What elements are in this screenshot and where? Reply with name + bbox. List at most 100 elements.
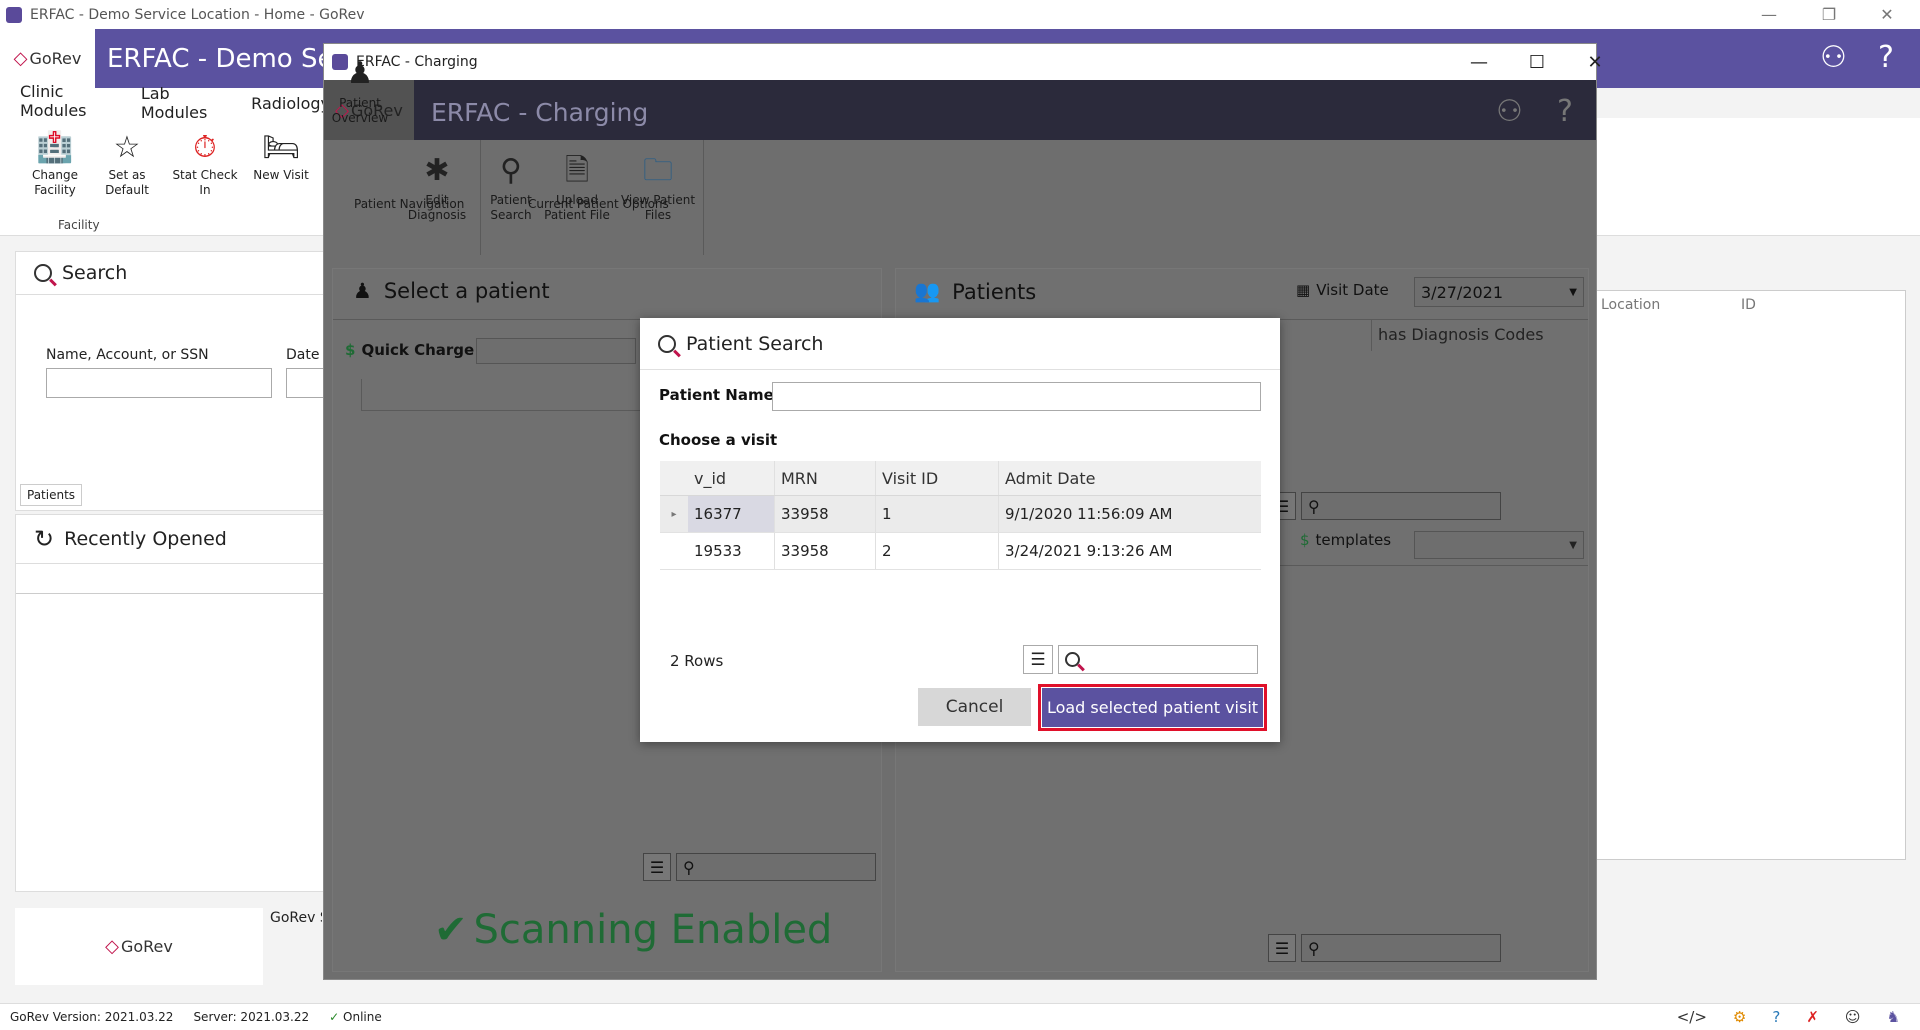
diagnosis-column-header: has Diagnosis Codes [1371,319,1581,351]
search-icon [1065,652,1080,667]
grid-search-input[interactable]: ⚲ [1301,934,1501,962]
ribbon-separator [480,140,481,255]
visit-grid-header: v_id MRN Visit ID Admit Date [660,461,1261,496]
version-text: GoRev Version: 2021.03.22 [10,1010,174,1024]
rows-count: 2 Rows [670,652,724,670]
patient-overview-button[interactable]: ♟ Patient Overview [330,52,390,126]
body-icon: ✱ [424,153,450,188]
name-account-label: Name, Account, or SSN [46,347,209,363]
main-logo: ◇ GoRev [0,29,95,88]
patient-search-button[interactable]: ⚲ Patient Search [486,149,536,223]
close-icon[interactable]: ✕ [1566,44,1624,80]
check-icon: ✔ [434,907,468,953]
code-icon[interactable]: </> [1677,1008,1707,1026]
server-text: Server: 2021.03.22 [193,1010,310,1024]
mrn-column-header[interactable]: MRN [775,461,876,495]
help-icon[interactable]: ? [1557,94,1573,129]
facility-group-label: Facility [58,218,100,232]
visit-date-picker[interactable]: 3/27/2021 ▼ [1414,277,1584,307]
templates-select[interactable]: ▼ [1414,531,1584,559]
tab-radiology[interactable]: Radiology [251,94,330,113]
folder-icon: 🗀 [643,153,673,188]
vid-column-header[interactable]: v_id [688,461,775,495]
gorev-support-text: GoRev Support [270,910,322,926]
help-icon[interactable]: ? [1772,1008,1780,1026]
dollar-icon: $ [1300,531,1310,549]
help-icon[interactable]: ? [1878,40,1894,75]
visit-id-column-header[interactable]: Visit ID [876,461,999,495]
recently-opened-header: ↻ Recently Opened [16,515,334,564]
change-facility-button[interactable]: 🏥 Change Facility [10,128,100,198]
mrn-cell: 33958 [775,533,876,569]
visit-date-value: 3/27/2021 [1421,282,1504,302]
patient-overview-label: Patient Overview [331,96,389,125]
patients-subtab[interactable]: Patients [20,484,83,506]
vid-cell: 16377 [688,496,775,532]
new-visit-button[interactable]: 🛏 New Visit [250,128,312,183]
app-icon [6,6,22,23]
admit-date-column-header[interactable]: Admit Date [999,461,1261,495]
quick-charge-text: Quick Charge [361,341,475,359]
main-right-grid: Location ID [1596,290,1906,860]
edit-diagnosis-button[interactable]: ✱ Edit Diagnosis [396,149,478,223]
table-row[interactable]: ▸ 16377 33958 1 9/1/2020 11:56:09 AM [660,496,1261,533]
grid-search-input[interactable]: ⚲ [676,853,876,881]
bottom-logo-text: GoRev [120,937,173,956]
templates-label: $ templates [1300,531,1391,549]
recent-grid-header [16,564,334,594]
name-account-input[interactable] [46,368,272,398]
view-patient-files-button[interactable]: 🗀 View Patient Files [618,149,698,223]
table-row[interactable]: 19533 33958 2 3/24/2021 9:13:26 AM [660,533,1261,570]
tab-lab-modules[interactable]: Lab Modules [141,84,213,122]
id-column-header: ID [1741,297,1756,313]
admit-date-cell: 9/1/2020 11:56:09 AM [1005,505,1173,523]
mrn-cell: 33958 [775,496,876,532]
visit-date-text: Visit Date [1316,281,1389,299]
settings-icon[interactable]: ⚙ [1733,1008,1746,1026]
load-selected-visit-button[interactable]: Load selected patient visit [1042,688,1263,727]
search-icon: ⚲ [500,153,522,188]
patients-icon: 👥 [914,279,941,303]
location-column-header: Location [1601,297,1661,313]
online-text: Online [343,1010,382,1024]
charging-header-title: ERFAC - Charging [431,98,649,127]
user-icon[interactable]: ⚇ [1496,94,1523,129]
grid-search-input[interactable] [1058,645,1258,674]
select-patient-title: Select a patient [383,279,550,303]
bug-icon[interactable]: ✗ [1806,1008,1819,1026]
grid-menu-button[interactable]: ☰ [1023,645,1053,674]
stopwatch-icon: ⏱ [193,130,217,165]
minimize-icon[interactable]: — [1450,44,1508,80]
patient-name-input[interactable] [772,382,1261,411]
support-icon[interactable]: ☺ [1845,1008,1861,1026]
grid-menu-button[interactable]: ☰ [1268,934,1296,962]
search-panel-header: Search [16,252,334,295]
patient-search-dialog: Patient Search Patient Name Choose a vis… [640,318,1280,742]
stat-check-in-button[interactable]: ⏱ Stat Check In [165,128,245,198]
minimize-icon[interactable]: — [1746,0,1792,29]
set-default-button[interactable]: ☆ Set as Default [102,128,152,198]
quick-charge-input[interactable] [476,338,636,364]
chevron-down-icon: ▼ [1569,286,1577,298]
bot-icon[interactable]: ♞ [1887,1008,1900,1026]
change-facility-label: Change Facility [32,168,78,197]
grid-search-input[interactable]: ⚲ [1301,492,1501,520]
user-icon[interactable]: ⚇ [1820,40,1847,75]
history-icon: ↻ [34,525,55,553]
bottom-logo: ◇ GoRev [15,908,263,985]
check-icon: ✓ [329,1010,340,1024]
patients-title: Patients [952,279,1037,304]
select-patient-header: ♟ Select a patient [353,279,550,303]
row-indicator-cell [660,533,688,569]
dob-input[interactable] [286,368,326,398]
cancel-button[interactable]: Cancel [918,688,1031,726]
grid-menu-button[interactable]: ☰ [643,853,671,881]
upload-patient-file-button[interactable]: 🗎 Upload Patient File [542,149,612,223]
recently-opened-panel: ↻ Recently Opened [15,514,335,892]
chevron-down-icon: ▼ [1569,539,1577,551]
visit-id-cell: 1 [876,496,999,532]
restore-icon[interactable]: ❐ [1806,0,1852,29]
visit-grid: v_id MRN Visit ID Admit Date ▸ 16377 339… [660,461,1261,570]
maximize-icon[interactable]: ☐ [1508,44,1566,80]
close-icon[interactable]: ✕ [1864,0,1910,29]
